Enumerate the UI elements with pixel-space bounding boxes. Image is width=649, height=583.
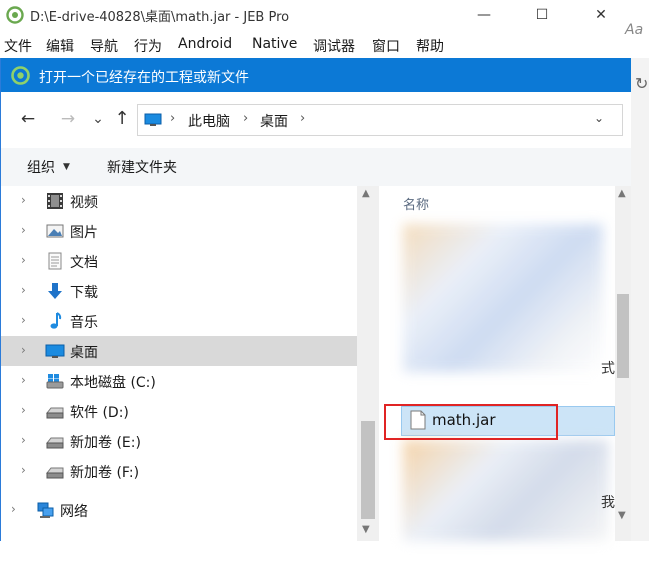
document-icon (48, 252, 62, 270)
drive-icon (45, 437, 64, 449)
expand-chevron-icon[interactable]: › (11, 502, 16, 516)
file-list-pane: 名称 式 math.jar 我 ▲ ▼ (379, 186, 631, 541)
breadcrumb-this-pc[interactable]: 此电脑 (188, 111, 230, 131)
tree-item-music[interactable]: › 音乐 (1, 306, 357, 336)
tree-item-label: 本地磁盘 (C:) (70, 375, 156, 391)
expand-chevron-icon[interactable]: › (21, 253, 26, 267)
new-folder-button[interactable]: 新建文件夹 (107, 157, 177, 177)
chevron-down-icon: ▼ (63, 162, 70, 172)
tree-item-label: 软件 (D:) (70, 405, 129, 421)
drive-icon (45, 467, 64, 479)
blurred-file-list (403, 224, 603, 372)
tree-item-documents[interactable]: › 文档 (1, 246, 357, 276)
jeb-logo-icon (6, 6, 24, 24)
tree-item-downloads[interactable]: › 下载 (1, 276, 357, 306)
forward-button[interactable]: → (57, 108, 79, 130)
menu-file[interactable]: 文件 (4, 36, 32, 56)
blurred-file-list (403, 440, 609, 541)
tree-scrollbar-thumb[interactable] (361, 421, 375, 519)
scroll-up-arrow-icon[interactable]: ▲ (362, 188, 370, 199)
expand-chevron-icon[interactable]: › (21, 463, 26, 477)
menu-debugger[interactable]: 调试器 (313, 36, 355, 56)
jeb-side-panel (630, 58, 649, 541)
breadcrumb-separator[interactable]: › (170, 111, 175, 126)
tree-item-label: 图片 (70, 225, 98, 241)
tree-item-drive-f[interactable]: › 新加卷 (F:) (1, 456, 357, 486)
navigation-bar: ← → ⌄ ↑ › 此电脑 › 桌面 › ⌄ (1, 92, 631, 148)
expand-chevron-icon[interactable]: › (21, 313, 26, 327)
tree-item-network[interactable]: › 网络 (1, 495, 357, 525)
desktop-icon (45, 344, 65, 358)
highlight-annotation-box (384, 404, 558, 440)
refresh-icon[interactable]: ↻ (635, 74, 648, 93)
tree-item-label: 下载 (70, 285, 98, 301)
column-header-name[interactable]: 名称 (403, 194, 429, 213)
expand-chevron-icon[interactable]: › (21, 283, 26, 297)
jeb-titlebar: D:\E-drive-40828\桌面\math.jar - JEB Pro —… (0, 0, 649, 30)
breadcrumb-separator[interactable]: › (300, 111, 305, 126)
close-button[interactable]: ✕ (578, 0, 624, 30)
tree-item-label: 网络 (60, 504, 88, 520)
tree-item-drive-d[interactable]: › 软件 (D:) (1, 396, 357, 426)
address-history-dropdown[interactable]: ⌄ (594, 111, 604, 125)
tree-item-network-placeholder (1, 553, 357, 583)
window-title: D:\E-drive-40828\桌面\math.jar - JEB Pro (30, 10, 290, 25)
maximize-button[interactable]: ☐ (519, 0, 565, 30)
menu-bar: 文件 编辑 导航 行为 Android Native 调试器 窗口 帮助 (0, 30, 649, 58)
font-sample-fragment: Aa (625, 22, 644, 38)
dialog-title: 打开一个已经存在的工程或新文件 (39, 70, 249, 86)
open-file-dialog: 打开一个已经存在的工程或新文件 ← → ⌄ ↑ › 此电脑 › 桌面 › ⌄ ↻… (0, 58, 648, 541)
tree-item-label: 新加卷 (F:) (70, 465, 140, 481)
up-button[interactable]: ↑ (111, 108, 133, 130)
expand-chevron-icon[interactable]: › (21, 343, 26, 357)
expand-chevron-icon[interactable]: › (21, 373, 26, 387)
tree-item-videos[interactable]: › 视频 (1, 186, 357, 216)
breadcrumb-desktop[interactable]: 桌面 (260, 111, 288, 131)
download-icon (48, 283, 62, 299)
tree-item-label: 文档 (70, 255, 98, 271)
blurred-text-fragment: 式 (601, 361, 615, 377)
tree-item-label: 视频 (70, 195, 98, 211)
menu-edit[interactable]: 编辑 (46, 36, 74, 56)
expand-chevron-icon[interactable]: › (21, 193, 26, 207)
tree-item-label: 新加卷 (E:) (70, 435, 141, 451)
tree-item-desktop[interactable]: › 桌面 (1, 336, 357, 366)
network-icon (37, 502, 54, 518)
organize-button[interactable]: 组织 (27, 157, 55, 177)
menu-action[interactable]: 行为 (134, 36, 162, 56)
scroll-up-arrow-icon[interactable]: ▲ (618, 188, 626, 199)
jeb-logo-icon (11, 66, 30, 85)
drive-icon (45, 407, 64, 419)
expand-chevron-icon[interactable]: › (21, 433, 26, 447)
video-icon (47, 193, 63, 209)
scroll-down-arrow-icon[interactable]: ▼ (618, 510, 626, 521)
menu-native[interactable]: Native (252, 36, 297, 52)
dialog-titlebar: 打开一个已经存在的工程或新文件 (1, 58, 631, 92)
menu-help[interactable]: 帮助 (416, 36, 444, 56)
tree-item-label: 桌面 (70, 345, 98, 361)
dialog-toolbar: 组织 ▼ 新建文件夹 (1, 148, 631, 187)
computer-icon (144, 113, 162, 126)
menu-android[interactable]: Android (178, 36, 232, 52)
navigation-tree: › 视频 › 图片 › 文档 › 下载 › 音乐 › 桌面 › 本地磁盘 (C:… (1, 186, 379, 541)
recent-locations-button[interactable]: ⌄ (87, 108, 109, 130)
file-list-scrollbar-thumb[interactable] (617, 294, 629, 378)
menu-navigate[interactable]: 导航 (90, 36, 118, 56)
breadcrumb-separator[interactable]: › (243, 111, 248, 126)
address-bar[interactable]: › 此电脑 › 桌面 › ⌄ (137, 104, 623, 136)
expand-chevron-icon[interactable]: › (21, 223, 26, 237)
windows-drive-icon (46, 374, 64, 389)
scroll-down-arrow-icon[interactable]: ▼ (362, 524, 370, 535)
music-icon (50, 312, 62, 329)
expand-chevron-icon[interactable]: › (21, 403, 26, 417)
minimize-button[interactable]: — (461, 0, 507, 30)
picture-icon (46, 224, 64, 238)
tree-item-label: 音乐 (70, 315, 98, 331)
tree-item-drive-e[interactable]: › 新加卷 (E:) (1, 426, 357, 456)
blurred-text-fragment: 我 (601, 495, 615, 511)
back-button[interactable]: ← (17, 108, 39, 130)
tree-item-drive-c[interactable]: › 本地磁盘 (C:) (1, 366, 357, 396)
menu-window[interactable]: 窗口 (372, 36, 400, 56)
tree-item-pictures[interactable]: › 图片 (1, 216, 357, 246)
